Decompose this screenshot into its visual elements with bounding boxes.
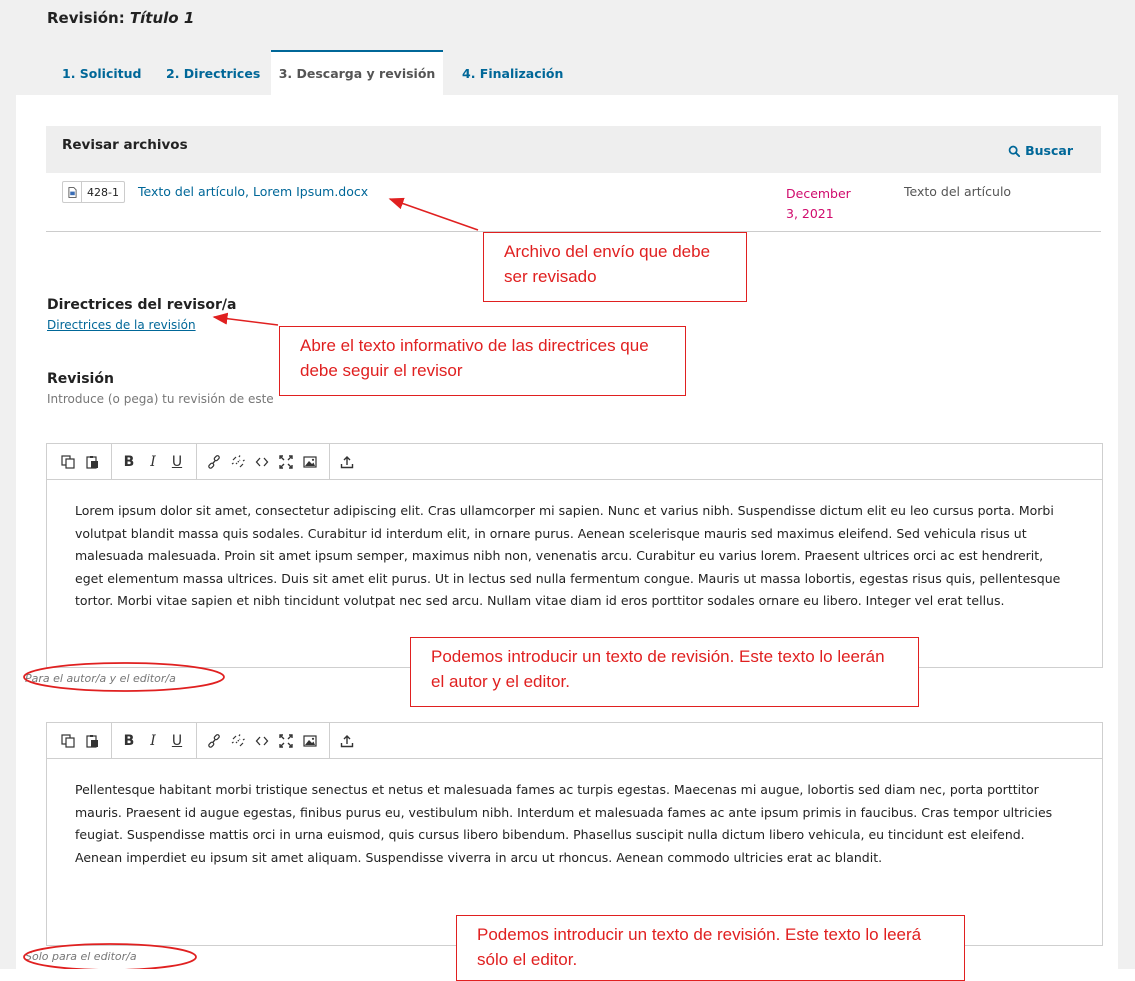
copy-icon[interactable] <box>57 451 79 473</box>
search-button[interactable]: Buscar <box>1008 143 1073 158</box>
review-editor-editor-only: B I U Pellentesque habitant morbi tristi… <box>46 722 1103 946</box>
file-date: December 3, 2021 <box>786 186 851 221</box>
review-guidelines-link[interactable]: Directrices de la revisión <box>47 318 196 332</box>
fullscreen-icon[interactable] <box>275 730 297 752</box>
review-editor-author-editor: B I U Lorem ipsum dolor sit amet, consec… <box>46 443 1103 668</box>
tab-guidelines[interactable]: 2. Directrices <box>166 52 260 95</box>
doc-icon <box>63 182 82 202</box>
page-title-prefix: Revisión: <box>47 9 130 27</box>
link-icon[interactable] <box>203 730 225 752</box>
toolbar-separator <box>329 723 330 758</box>
toolbar-separator <box>111 444 112 479</box>
review-files-title: Revisar archivos <box>62 137 188 153</box>
tab-request[interactable]: 1. Solicitud <box>62 52 141 95</box>
annotation-editor-only-callout: Podemos introducir un texto de revisión.… <box>456 915 965 981</box>
upload-icon[interactable] <box>336 451 358 473</box>
page-title-name: Título 1 <box>129 9 195 27</box>
editor-toolbar: B I U <box>47 723 1102 759</box>
toolbar-separator <box>329 444 330 479</box>
unlink-icon[interactable] <box>227 451 249 473</box>
image-icon[interactable] <box>299 730 321 752</box>
bold-button[interactable]: B <box>118 730 140 752</box>
italic-button[interactable]: I <box>142 451 164 473</box>
annotation-file-callout: Archivo del envío que debe ser revisado <box>483 232 747 302</box>
bold-button[interactable]: B <box>118 451 140 473</box>
editor-toolbar: B I U <box>47 444 1102 480</box>
unlink-icon[interactable] <box>227 730 249 752</box>
toolbar-separator <box>196 723 197 758</box>
review-heading: Revisión <box>47 371 114 387</box>
paste-icon[interactable] <box>81 730 103 752</box>
editor-audience-label: Solo para el editor/a <box>25 950 137 963</box>
file-row: 428-1 Texto del artículo, Lorem Ipsum.do… <box>46 173 1101 232</box>
editor-text[interactable]: Pellentesque habitant morbi tristique se… <box>47 759 1102 889</box>
annotation-arrow-guidelines <box>212 312 279 326</box>
annotation-author-editor-callout: Podemos introducir un texto de revisión.… <box>410 637 919 707</box>
tab-download-review[interactable]: 3. Descarga y revisión <box>271 50 443 95</box>
editor-text[interactable]: Lorem ipsum dolor sit amet, consectetur … <box>47 480 1102 633</box>
left-background <box>0 0 16 969</box>
fullscreen-icon[interactable] <box>275 451 297 473</box>
file-type: Texto del artículo <box>904 184 1012 199</box>
annotation-guidelines-callout: Abre el texto informativo de las directr… <box>279 326 686 396</box>
review-files-header: Revisar archivos Buscar <box>46 126 1101 173</box>
code-icon[interactable] <box>251 730 273 752</box>
search-icon <box>1008 145 1021 157</box>
reviewer-guidelines-heading: Directrices del revisor/a <box>47 297 237 313</box>
paste-icon[interactable] <box>81 451 103 473</box>
file-name-link[interactable]: Texto del artículo, Lorem Ipsum.docx <box>138 184 368 199</box>
underline-button[interactable]: U <box>166 451 188 473</box>
code-icon[interactable] <box>251 451 273 473</box>
link-icon[interactable] <box>203 451 225 473</box>
review-description: Introduce (o pega) tu revisión de este <box>47 392 274 406</box>
toolbar-separator <box>196 444 197 479</box>
tab-completion[interactable]: 4. Finalización <box>462 52 563 95</box>
search-label: Buscar <box>1025 143 1073 158</box>
page-title: Revisión: Título 1 <box>47 9 194 27</box>
underline-button[interactable]: U <box>166 730 188 752</box>
file-id: 428-1 <box>87 185 119 199</box>
right-background <box>1118 0 1135 969</box>
italic-button[interactable]: I <box>142 730 164 752</box>
toolbar-separator <box>111 723 112 758</box>
file-badge: 428-1 <box>62 181 125 203</box>
image-icon[interactable] <box>299 451 321 473</box>
copy-icon[interactable] <box>57 730 79 752</box>
editor-audience-label: Para el autor/a y el editor/a <box>25 672 176 685</box>
upload-icon[interactable] <box>336 730 358 752</box>
